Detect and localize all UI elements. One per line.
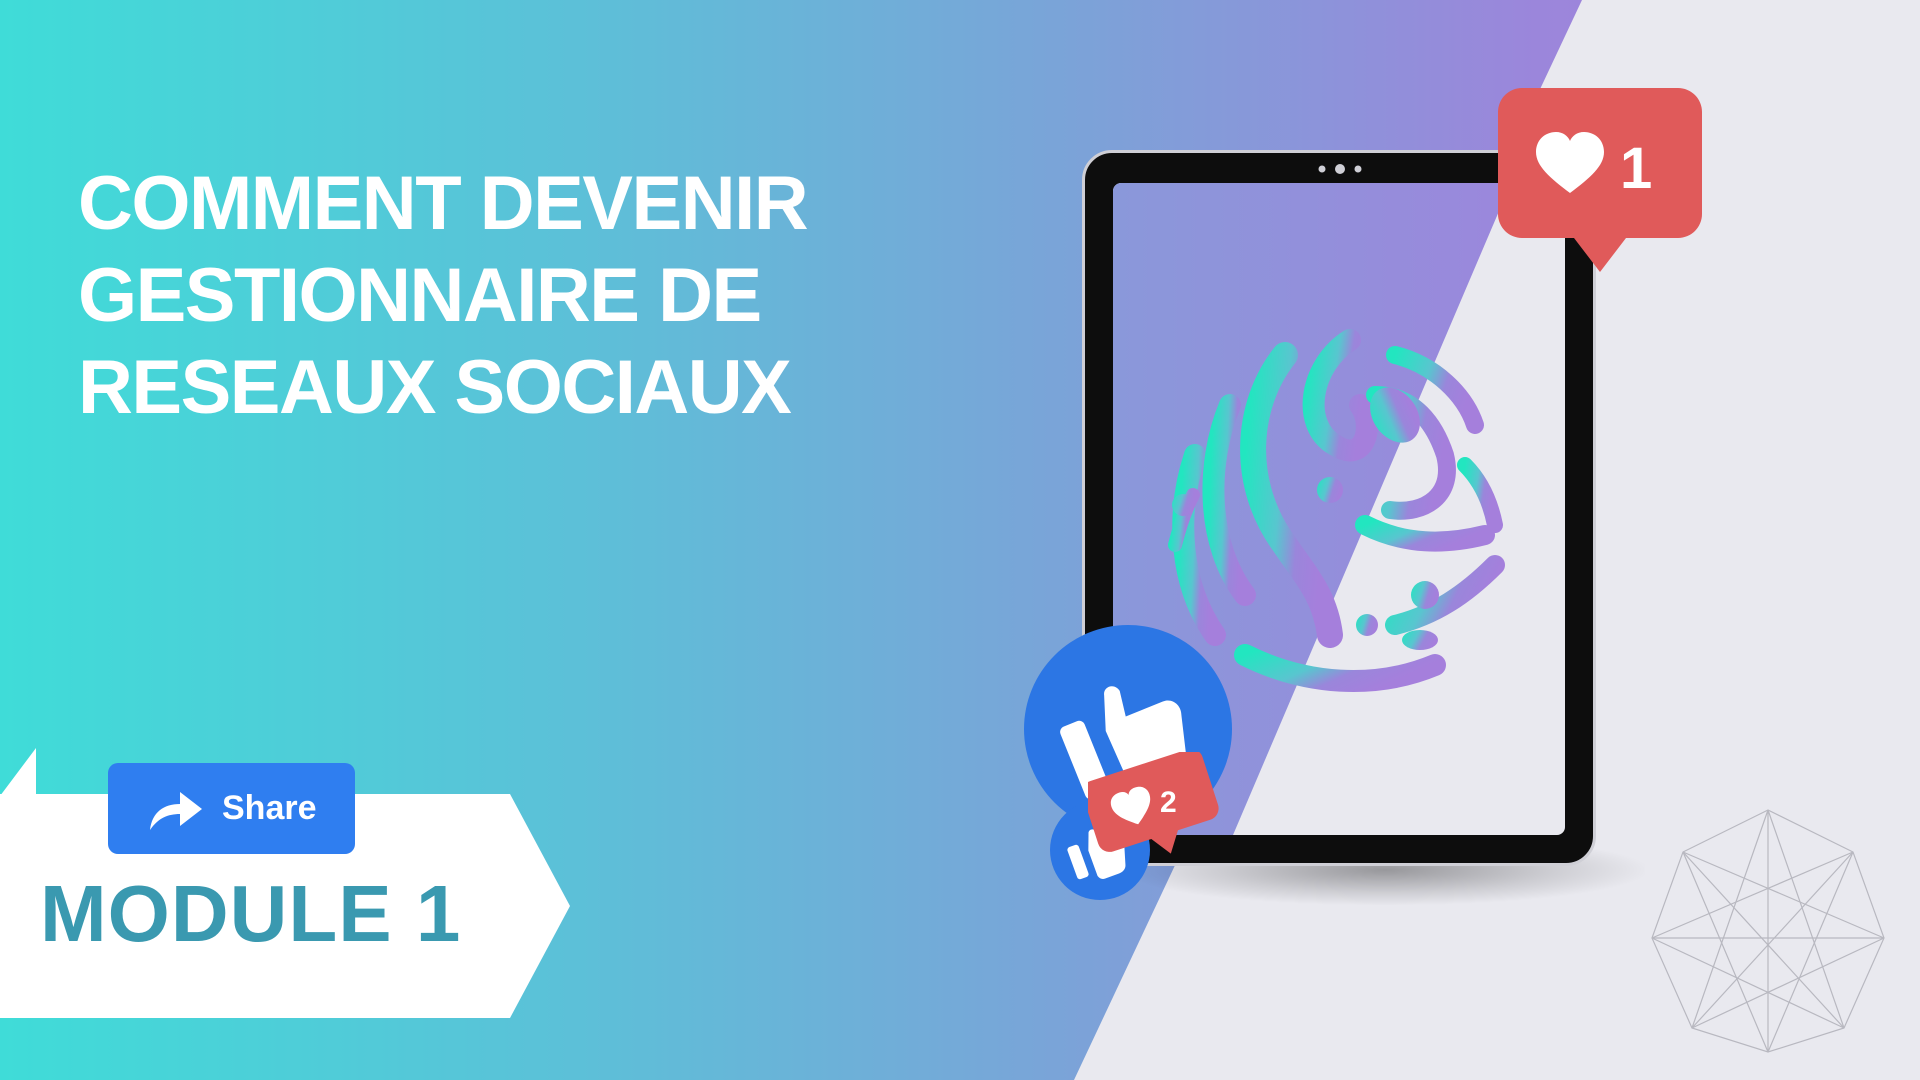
share-label: Share <box>222 789 317 827</box>
geometric-wireframe-decoration <box>1651 809 1885 1053</box>
camera-dots <box>1318 164 1362 174</box>
share-button[interactable]: Share <box>108 763 355 854</box>
share-arrow-icon <box>150 791 202 830</box>
title-line-2: GESTIONNAIRE DE <box>78 253 762 338</box>
title-line-1: COMMENT DEVENIR <box>78 161 809 246</box>
mini-heart-notification-badge <box>1088 752 1219 854</box>
heart-count: 1 <box>1620 136 1653 201</box>
page-title: COMMENT DEVENIR GESTIONNAIRE DE RESEAUX … <box>78 158 978 434</box>
title-line-3: RESEAUX SOCIAUX <box>78 345 792 430</box>
mini-heart-count: 2 <box>1160 786 1177 819</box>
module-label: MODULE 1 <box>40 869 462 958</box>
heart-notification-badge <box>1498 88 1702 272</box>
